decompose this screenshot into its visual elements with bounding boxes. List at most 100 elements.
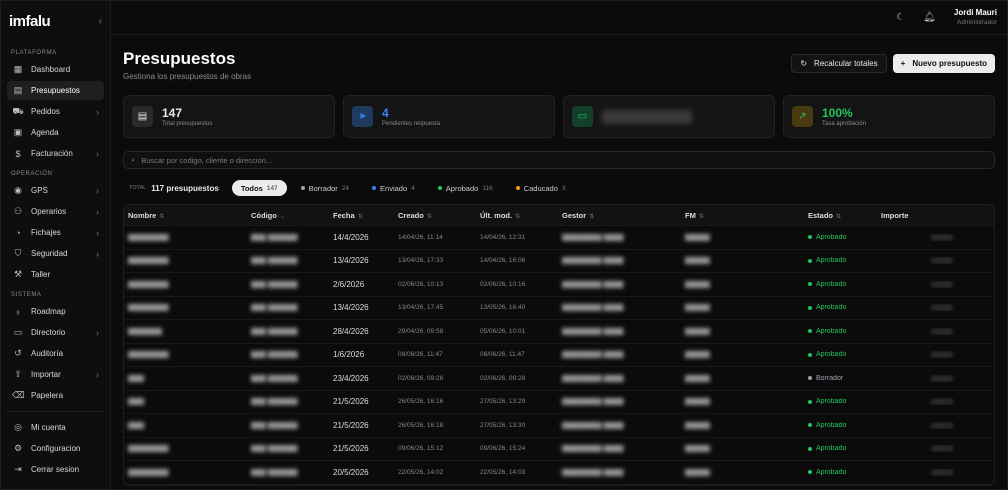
main-area: ☾ 🔔︎ Jordi Mauri Administrador Presupues…	[111, 1, 1007, 489]
search-input[interactable]: ⌕ Buscar por codigo, cliente o direccion…	[123, 151, 995, 169]
row-ult-mod: 27/05/26, 13:30	[480, 421, 526, 429]
stat-value: 100%	[822, 106, 853, 120]
sidebar-item-cerrar-sesion[interactable]: ⇥ Cerrar sesion	[7, 460, 104, 479]
sidebar-item-fichajes[interactable]: ◔ Fichajes ›	[7, 223, 104, 242]
row-gestor-redacted: ████████ ████	[562, 304, 624, 312]
row-importe	[877, 421, 987, 429]
sidebar-item-configuracion[interactable]: ⚙ Configuracion	[7, 439, 104, 458]
importe-redacted	[931, 233, 953, 241]
new-budget-button[interactable]: + Nuevo presupuesto	[892, 54, 995, 73]
table-row[interactable]: ██████████ ███ ██████ 21/5/2026 09/06/26, 1…	[124, 438, 994, 461]
row-ult-mod: 08/06/26, 11:47	[480, 351, 525, 359]
lightbulb-icon: ♁	[14, 306, 22, 317]
status-label: Aprobado	[816, 468, 847, 476]
row-estado: Aprobado	[804, 234, 877, 241]
filter-chip-caducado[interactable]: Caducado 3	[507, 180, 575, 196]
sidebar-item-label: Presupuestos	[31, 86, 80, 95]
table-row[interactable]: ██████████ ███ ██████ 21/5/2026 26/05/26, 1…	[124, 414, 994, 438]
filter-chip-count: 3	[561, 184, 566, 192]
sort-icon: ⇅	[515, 213, 521, 220]
sidebar-item-facturacion[interactable]: $ Facturación ›	[7, 144, 104, 163]
sidebar-item-roadmap[interactable]: ♁ Roadmap	[7, 302, 104, 321]
column-header[interactable]: Estado ⇅	[804, 211, 877, 220]
sidebar-item-label: Facturación	[31, 149, 73, 158]
stat-text: 147 Total presupuestos	[162, 106, 212, 127]
sidebar-item-operarios[interactable]: ⚇ Operarios ›	[7, 202, 104, 221]
clock-icon: ◔	[15, 227, 21, 238]
table-row[interactable]: ██████████ ███ ██████ 28/4/2026 29/04/26, 0…	[124, 320, 994, 344]
user-menu[interactable]: Jordi Mauri Administrador	[954, 8, 997, 28]
table-row[interactable]: ██████████ ███ ██████ 2/6/2026 02/06/26, 10…	[124, 273, 994, 297]
gear-icon: ⚙	[13, 443, 23, 453]
column-header-label: Estado	[808, 210, 834, 220]
filter-chip-label: Aprobado	[445, 183, 479, 193]
table-row[interactable]: ██████████ ███ ██████ 23/4/2026 02/06/26, 0…	[124, 367, 994, 391]
stat-text: 4 Pendientes respuesta	[382, 106, 440, 127]
header-actions: ↻ Recalcular totales + Nuevo presupuesto	[791, 54, 995, 73]
recalculate-totals-button[interactable]: ↻ Recalcular totales	[791, 54, 887, 73]
sidebar-item-taller[interactable]: ⚒ Taller	[7, 265, 104, 284]
row-importe	[877, 233, 987, 241]
row-fecha: 21/5/2026	[333, 444, 369, 454]
filter-chip-todos[interactable]: Todos 147	[231, 180, 287, 196]
stat-text	[602, 109, 692, 124]
wrench-icon: ⚒	[13, 269, 23, 279]
row-name-redacted: ██████████	[128, 468, 169, 476]
invoice-icon: $	[15, 148, 21, 159]
table-row[interactable]: ██████████ ███ ██████ 14/4/2026 14/04/26, 1…	[124, 226, 994, 250]
sidebar-item-papelera[interactable]: ⌫ Papelera	[7, 386, 104, 405]
column-header[interactable]: Fecha ⇅	[329, 211, 394, 220]
stat-value: 4	[382, 106, 389, 120]
notifications-bell-icon[interactable]: 🔔︎	[923, 12, 936, 23]
filter-chip-borrador[interactable]: Borrador 24	[292, 180, 358, 196]
table-row[interactable]: ██████████ ███ ██████ 20/5/2026 22/05/26, 1…	[124, 461, 994, 485]
row-name-redacted: ██████████	[128, 257, 169, 265]
column-header[interactable]: Creado ⇅	[394, 211, 476, 220]
column-header[interactable]: Últ. mod. ⇅	[476, 211, 558, 220]
sidebar-item-gps[interactable]: ◉ GPS ›	[7, 181, 104, 200]
sidebar-item-agenda[interactable]: ▣ Agenda	[7, 123, 104, 142]
status-label: Borrador	[816, 374, 844, 382]
row-estado: Aprobado	[804, 422, 877, 429]
status-dot-icon	[808, 446, 812, 451]
row-fm-redacted: █████	[685, 233, 710, 241]
table-row[interactable]: ██████████ ███ ██████ 13/4/2026 13/04/26, 1…	[124, 250, 994, 273]
table-row[interactable]: ██████████ ███ ██████ 21/5/2026 26/05/26, 1…	[124, 391, 994, 414]
row-fecha: 14/4/2026	[333, 232, 369, 242]
sidebar-item-dashboard[interactable]: ▦ Dashboard	[7, 60, 104, 79]
sidebar-item-auditoria[interactable]: ↺ Auditoría	[7, 344, 104, 363]
table-row[interactable]: ██████████ ███ ██████ 13/4/2026 13/04/26, 1…	[124, 297, 994, 320]
column-header[interactable]: Importe	[877, 211, 987, 220]
collapse-sidebar-icon[interactable]: ‹	[99, 16, 102, 27]
sidebar-item-importar[interactable]: ⇪ Importar ›	[7, 365, 104, 384]
filter-chip-aprobado[interactable]: Aprobado 116	[429, 180, 502, 196]
sidebar-item-presupuestos[interactable]: ▤ Presupuestos	[7, 81, 104, 100]
chevron-right-icon: ›	[96, 248, 99, 259]
sidebar-item-pedidos[interactable]: ⛟ Pedidos ›	[7, 102, 104, 121]
sidebar-item-mi-cuenta[interactable]: ◎ Mi cuenta	[7, 418, 104, 437]
row-fm-redacted: █████	[685, 468, 710, 476]
row-creado: 13/04/26, 17:45	[398, 304, 444, 312]
filter-chip-count: 116	[482, 184, 493, 192]
sidebar-item-directorio[interactable]: ▭ Directorio ›	[7, 323, 104, 342]
row-fm-redacted: █████	[685, 327, 710, 335]
column-header[interactable]: FM ⇅	[681, 211, 804, 220]
row-estado: Aprobado	[804, 469, 877, 476]
sidebar-item-label: Agenda	[31, 128, 59, 137]
importe-redacted	[931, 374, 953, 382]
column-header[interactable]: Gestor ⇅	[558, 211, 681, 220]
theme-toggle-icon[interactable]: ☾	[896, 12, 905, 23]
sidebar-item-seguridad[interactable]: ⛉ Seguridad ›	[7, 244, 104, 263]
table-row[interactable]: ██████████ ███ ██████ 1/6/2026 08/06/26, 11…	[124, 344, 994, 367]
app-root: imfalu ‹ PLATAFORMA ▦ Dashboard ▤ Presupuest…	[0, 0, 1008, 490]
status-dot-icon	[300, 186, 305, 190]
row-gestor-redacted: ████████ ████	[562, 280, 624, 288]
column-header[interactable]: Código ⌄	[247, 211, 329, 220]
row-code-redacted: ███ ██████	[251, 233, 298, 241]
row-fecha: 21/5/2026	[333, 397, 369, 407]
logout-icon: ⇥	[14, 464, 22, 474]
filter-chip-enviado[interactable]: Enviado 4	[363, 180, 424, 196]
column-header-label: Importe	[881, 210, 909, 220]
column-header[interactable]: Nombre ⇅	[124, 211, 247, 220]
status-dot-icon	[808, 258, 812, 263]
